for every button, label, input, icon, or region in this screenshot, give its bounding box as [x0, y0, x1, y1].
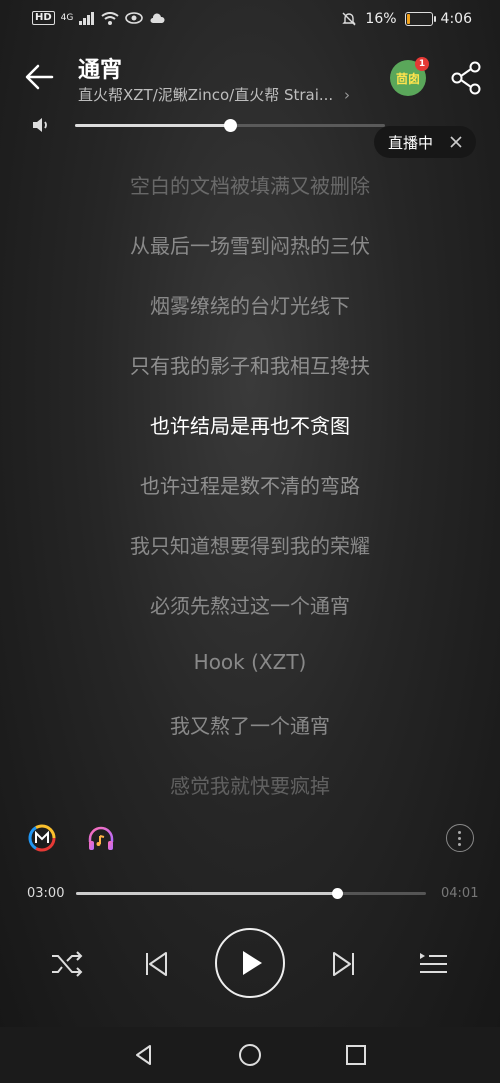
battery-icon: [404, 12, 436, 26]
volume-slider[interactable]: [75, 119, 385, 132]
volume-fill: [75, 124, 230, 127]
close-icon[interactable]: [448, 134, 464, 150]
lyric-line[interactable]: 烟雾缭绕的台灯光线下: [0, 290, 500, 319]
hd-indicator: HD: [32, 11, 55, 25]
lyric-line[interactable]: 空白的文档被填满又被删除: [0, 170, 500, 199]
avatar-badge[interactable]: 茴囱 1: [390, 57, 429, 96]
lyric-line[interactable]: 我又熬了一个通宵: [0, 710, 500, 739]
song-title: 通宵: [78, 58, 123, 83]
badge-label: 茴囱: [395, 71, 420, 86]
headphones-icon[interactable]: [86, 824, 116, 854]
signal-icon: [79, 11, 95, 25]
notification-count: 1: [415, 57, 429, 71]
artist-names: 直火帮XZT/泥鳅Zinco/直火帮 Strai...: [78, 86, 334, 104]
current-time: 03:00: [27, 886, 65, 901]
shuffle-icon[interactable]: [47, 944, 87, 984]
playlist-icon[interactable]: [413, 944, 453, 984]
eye-icon: [125, 12, 144, 24]
live-label: 直播中: [388, 133, 434, 152]
lyric-line[interactable]: 我只知道想要得到我的荣耀: [0, 530, 500, 559]
nav-back-icon[interactable]: [132, 1043, 156, 1067]
network-label: 4G: [60, 13, 74, 23]
lyric-line[interactable]: Hook (XZT): [0, 650, 500, 674]
play-icon: [243, 951, 262, 975]
chevron-right-icon: ›: [343, 86, 350, 104]
more-vertical-icon[interactable]: [446, 824, 474, 852]
system-nav-bar: [0, 1027, 500, 1083]
artist-link[interactable]: 直火帮XZT/泥鳅Zinco/直火帮 Strai... ›: [78, 84, 388, 105]
previous-icon[interactable]: [136, 944, 176, 984]
back-arrow-icon[interactable]: [20, 58, 60, 98]
volume-knob[interactable]: [224, 119, 237, 132]
status-bar: HD 4G 16% 4:06: [0, 0, 500, 40]
play-button[interactable]: [215, 928, 285, 998]
seek-fill: [76, 892, 338, 895]
lyric-line[interactable]: 从最后一场雪到闷热的三伏: [0, 230, 500, 259]
live-banner[interactable]: 直播中: [374, 126, 476, 158]
lyric-line-current[interactable]: 也许结局是再也不贪图: [0, 410, 500, 439]
wifi-icon: [101, 11, 119, 25]
mute-bell-icon: [342, 12, 357, 26]
next-icon[interactable]: [324, 944, 364, 984]
seek-knob[interactable]: [332, 888, 344, 899]
lyric-line[interactable]: 必须先熬过这一个通宵: [0, 590, 500, 619]
battery-percent: 16%: [365, 11, 397, 27]
speaker-icon[interactable]: [30, 114, 52, 136]
nav-recents-icon[interactable]: [344, 1043, 368, 1067]
lyric-line[interactable]: 只有我的影子和我相互搀扶: [0, 350, 500, 379]
clock: 4:06: [440, 11, 472, 27]
lyric-line[interactable]: 也许过程是数不清的弯路: [0, 470, 500, 499]
nav-home-icon[interactable]: [238, 1043, 262, 1067]
cloud-icon: [150, 12, 165, 23]
total-time: 04:01: [441, 886, 479, 901]
m-logo-icon[interactable]: [28, 824, 56, 852]
share-icon[interactable]: [450, 58, 484, 98]
lyric-line[interactable]: 感觉我就快要疯掉: [0, 770, 500, 799]
seek-bar[interactable]: [76, 888, 426, 899]
